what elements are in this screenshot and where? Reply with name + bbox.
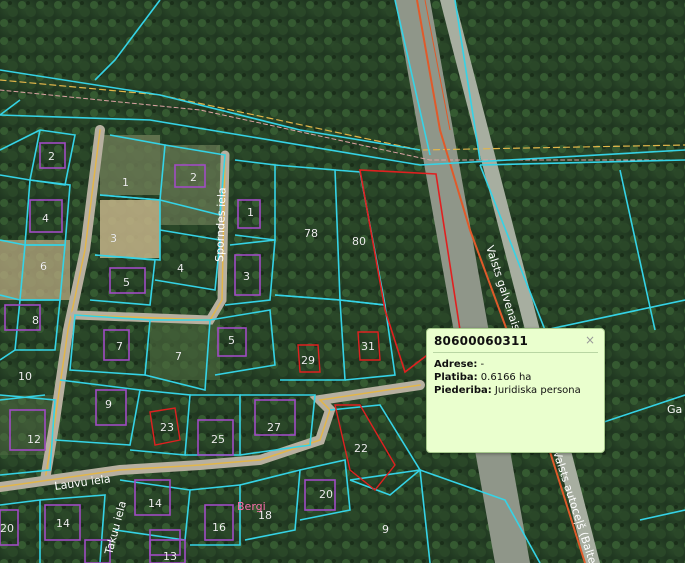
parcel-label: 31 (361, 340, 375, 353)
parcel-label: 5 (228, 334, 235, 347)
parcel-label: 7 (175, 350, 182, 363)
parcel-label: 14 (56, 517, 70, 530)
parcel-label: 10 (18, 370, 32, 383)
close-icon[interactable]: × (585, 333, 595, 347)
parcel-label: 3 (110, 232, 117, 245)
parcel-label: 2 (190, 171, 197, 184)
map-canvas[interactable]: 2 2 1 1 4 3 3 6 4 5 8 5 7 7 10 9 12 23 2… (0, 0, 685, 563)
parcel-label: 25 (211, 433, 225, 446)
map-edge-label: Ga (667, 403, 683, 416)
parcel-label: 4 (42, 212, 49, 225)
parcel-label: 3 (243, 270, 250, 283)
parcel-label: 27 (267, 421, 281, 434)
parcel-label: 6 (40, 260, 47, 273)
parcel-label: 2 (48, 150, 55, 163)
parcel-label: 7 (116, 340, 123, 353)
parcel-label: 80 (352, 235, 366, 248)
place-label-bergi: Bergi (237, 500, 266, 513)
parcel-label: 78 (304, 227, 318, 240)
parcel-label: 5 (123, 276, 130, 289)
parcel-label: 23 (160, 421, 174, 434)
popup-title: 80600060311 (434, 334, 529, 348)
street-label-sporndes: Sporndes iela (213, 187, 229, 262)
popup-divider (433, 352, 598, 353)
parcel-label: 1 (122, 176, 129, 189)
parcel-label: 9 (105, 398, 112, 411)
popup-row-ownership: Piederiba: Juridiska persona (434, 385, 581, 396)
popup-row-area: Platiba: 0.6166 ha (434, 372, 532, 383)
parcel-label: 8 (32, 314, 39, 327)
popup-row-address: Adrese: - (434, 359, 485, 370)
parcel-label: 4 (177, 262, 184, 275)
parcel-label: 13 (163, 550, 177, 563)
parcel-label: 29 (301, 354, 315, 367)
parcel-label: 20 (319, 488, 333, 501)
parcel-label: 20 (0, 522, 14, 535)
parcel-label: 9 (382, 523, 389, 536)
parcel-label: 12 (27, 433, 41, 446)
parcel-label: 1 (247, 206, 254, 219)
parcel-label: 16 (212, 521, 226, 534)
parcel-label: 14 (148, 497, 162, 510)
parcel-label: 22 (354, 442, 368, 455)
popup-attributes: Adrese: - Platiba: 0.6166 ha Piederiba: … (434, 358, 581, 397)
feature-info-popup: 80600060311 × Adrese: - Platiba: 0.6166 … (426, 328, 605, 453)
